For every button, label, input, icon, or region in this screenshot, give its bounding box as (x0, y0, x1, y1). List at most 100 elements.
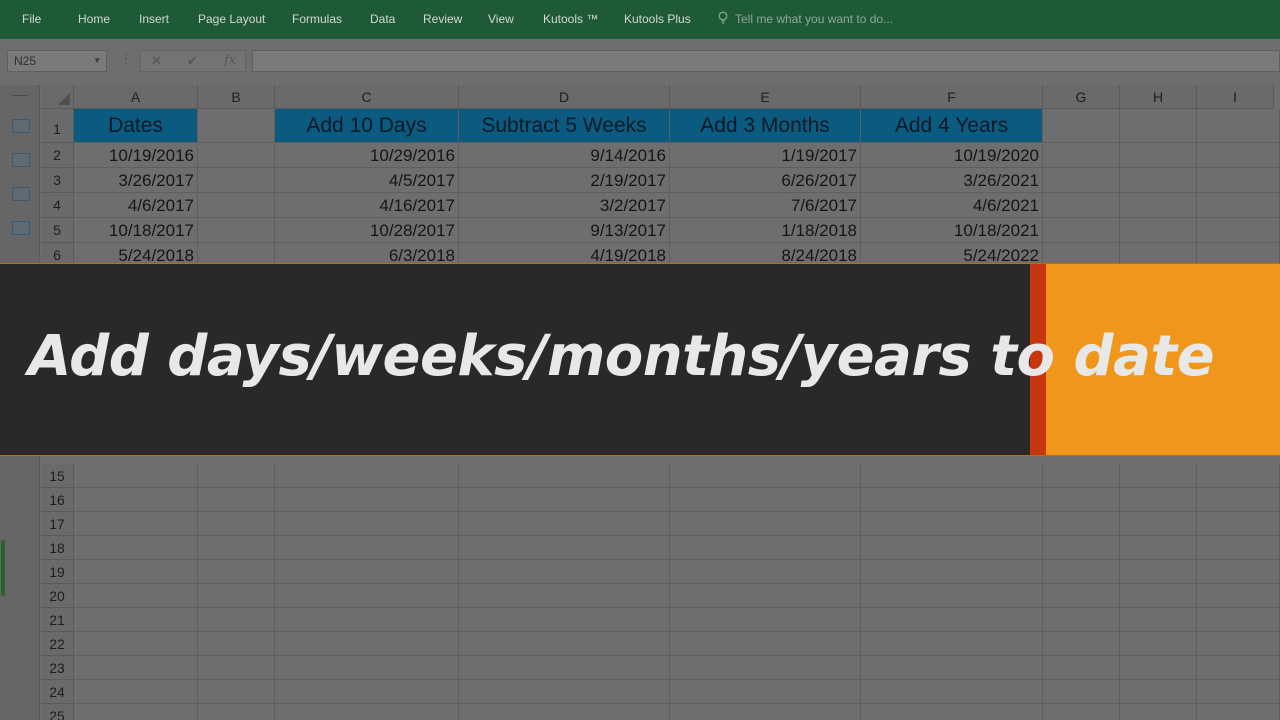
cell[interactable] (1120, 536, 1197, 560)
cell[interactable] (459, 488, 670, 512)
cell[interactable] (861, 536, 1043, 560)
cell[interactable] (74, 512, 198, 536)
cell[interactable] (1197, 560, 1280, 584)
cell[interactable] (1120, 218, 1197, 243)
cell[interactable] (74, 656, 198, 680)
cell[interactable] (1197, 488, 1280, 512)
cell[interactable] (1197, 168, 1280, 193)
cell[interactable] (1197, 218, 1280, 243)
cell[interactable] (1043, 168, 1120, 193)
cell[interactable] (1120, 143, 1197, 168)
row-header[interactable]: 20 (41, 584, 74, 608)
cell[interactable] (1043, 656, 1120, 680)
cancel-icon[interactable]: ✕ (151, 53, 162, 69)
cell[interactable] (74, 680, 198, 704)
cell[interactable]: 1/18/2018 (670, 218, 861, 243)
cell[interactable] (275, 536, 459, 560)
cell[interactable] (275, 608, 459, 632)
cell[interactable] (670, 704, 861, 720)
cell[interactable]: 7/6/2017 (670, 193, 861, 218)
cell[interactable] (1043, 218, 1120, 243)
tab-page-layout[interactable]: Page Layout (198, 12, 265, 26)
sheet-list-icon[interactable] (12, 153, 30, 167)
tab-data[interactable]: Data (370, 12, 395, 26)
cell[interactable] (1043, 632, 1120, 656)
cell[interactable] (1043, 512, 1120, 536)
cell[interactable] (74, 464, 198, 488)
cell[interactable] (275, 680, 459, 704)
cell[interactable] (275, 488, 459, 512)
cell[interactable] (459, 704, 670, 720)
cell[interactable] (1197, 656, 1280, 680)
workbook-icon[interactable] (12, 119, 30, 133)
cell[interactable] (1120, 488, 1197, 512)
cell[interactable]: 3/26/2021 (861, 168, 1043, 193)
column-header-f[interactable]: F (861, 85, 1043, 109)
cell[interactable] (198, 704, 275, 720)
cell[interactable] (1197, 632, 1280, 656)
cell[interactable] (198, 512, 275, 536)
cell[interactable] (459, 680, 670, 704)
cell[interactable] (1197, 536, 1280, 560)
cell[interactable] (861, 680, 1043, 704)
row-header[interactable]: 23 (41, 656, 74, 680)
cell[interactable] (1043, 704, 1120, 720)
header-cell-subtract-weeks[interactable]: Subtract 5 Weeks (459, 109, 670, 143)
row-header[interactable]: 25 (41, 704, 74, 720)
cell[interactable]: 1/19/2017 (670, 143, 861, 168)
row-header[interactable]: 17 (41, 512, 74, 536)
cell[interactable] (275, 560, 459, 584)
cell[interactable] (459, 464, 670, 488)
cell[interactable] (1120, 512, 1197, 536)
cell[interactable]: 10/18/2017 (74, 218, 198, 243)
cell[interactable] (861, 632, 1043, 656)
column-header-b[interactable]: B (198, 85, 275, 109)
cell[interactable] (1043, 464, 1120, 488)
cell[interactable] (74, 584, 198, 608)
cell[interactable] (670, 488, 861, 512)
cell[interactable] (74, 488, 198, 512)
cell[interactable] (1120, 632, 1197, 656)
row-header[interactable]: 1 (41, 109, 74, 143)
cell[interactable] (275, 632, 459, 656)
cell[interactable] (275, 656, 459, 680)
row-header[interactable]: 18 (41, 536, 74, 560)
cell[interactable] (861, 512, 1043, 536)
name-box[interactable]: N25 ▼ (7, 50, 107, 72)
cell[interactable] (861, 656, 1043, 680)
cell[interactable] (861, 560, 1043, 584)
tab-file[interactable]: File (22, 12, 41, 26)
cell[interactable] (670, 512, 861, 536)
cell[interactable] (861, 704, 1043, 720)
column-header-i[interactable]: I (1197, 85, 1274, 109)
cell[interactable] (198, 680, 275, 704)
row-header[interactable]: 24 (41, 680, 74, 704)
cell[interactable]: 10/19/2016 (74, 143, 198, 168)
cell[interactable]: 10/28/2017 (275, 218, 459, 243)
cell[interactable] (198, 109, 275, 143)
cell[interactable] (1197, 584, 1280, 608)
row-header[interactable]: 5 (41, 218, 74, 243)
cell[interactable]: 9/14/2016 (459, 143, 670, 168)
row-header[interactable]: 22 (41, 632, 74, 656)
cell[interactable] (74, 704, 198, 720)
cell[interactable]: 10/19/2020 (861, 143, 1043, 168)
cell[interactable] (459, 512, 670, 536)
drag-handle-icon[interactable]: ⋮ (120, 52, 132, 66)
cell[interactable]: 4/16/2017 (275, 193, 459, 218)
chevron-down-icon[interactable]: ▼ (93, 56, 101, 65)
cell[interactable] (198, 584, 275, 608)
cell[interactable] (1197, 680, 1280, 704)
cell[interactable] (459, 560, 670, 584)
header-cell-add-months[interactable]: Add 3 Months (670, 109, 861, 143)
row-header[interactable]: 21 (41, 608, 74, 632)
cell[interactable] (1043, 608, 1120, 632)
column-header-a[interactable]: A (74, 85, 198, 109)
cell[interactable] (1120, 168, 1197, 193)
cell[interactable] (1120, 608, 1197, 632)
cell[interactable] (1197, 193, 1280, 218)
cell[interactable] (74, 560, 198, 584)
tab-home[interactable]: Home (78, 12, 110, 26)
column-header-g[interactable]: G (1043, 85, 1120, 109)
cell[interactable] (861, 488, 1043, 512)
